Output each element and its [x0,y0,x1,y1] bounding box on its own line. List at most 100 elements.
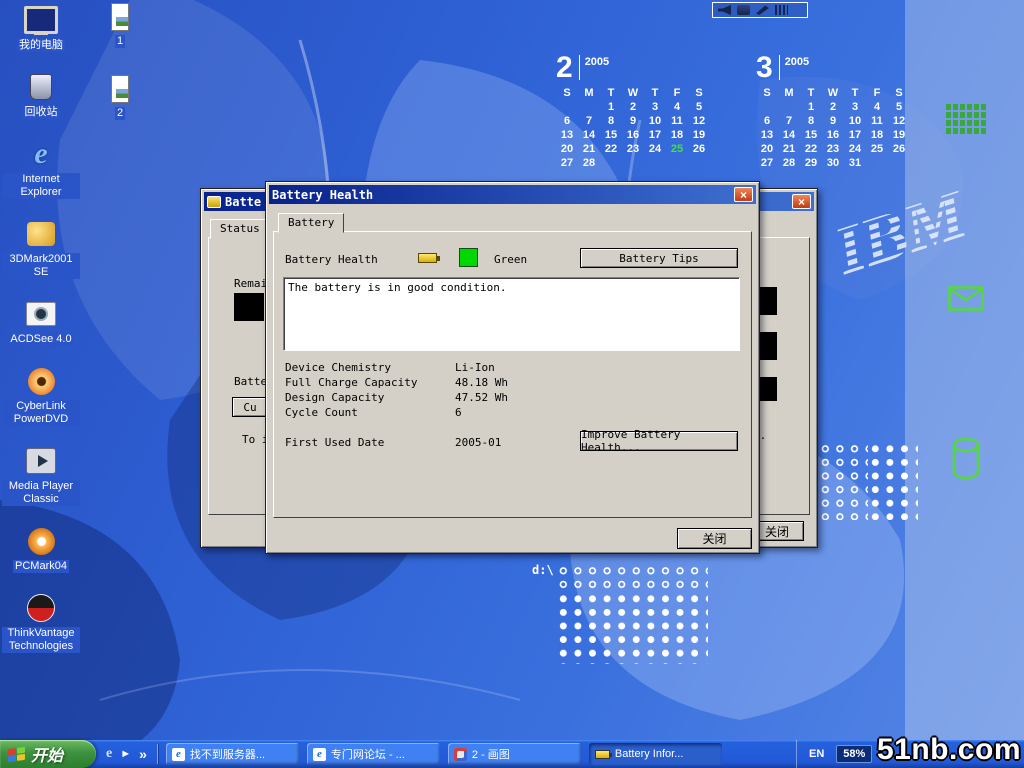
calendar-date: 12 [888,114,910,128]
desktop-icon-mpc[interactable]: Media Player Classic [2,445,80,506]
desktop-icon-recycle-bin[interactable]: 回收站 [2,71,80,119]
battery-tips-button[interactable]: Battery Tips [580,248,738,268]
calendar-date: 19 [888,128,910,142]
forum-watermark: 51nb.com [877,733,1021,767]
taskbar-button[interactable]: 找不到服务器... [166,743,299,765]
calendar-date: 14 [578,128,600,142]
current-button[interactable]: Cu [232,397,268,417]
remaining-label: Remai [234,277,267,290]
battery-indicator[interactable]: 58% [836,745,872,763]
calendar-date [622,156,644,170]
calendar-date: 4 [666,100,688,114]
calendar-date: 4 [866,100,888,114]
condition-textbox[interactable]: The battery is in good condition. [283,277,740,351]
calendar-date: 21 [578,142,600,156]
close-icon[interactable]: × [792,194,811,209]
calendar-date: 29 [800,156,822,170]
calendar-date: 3 [844,100,866,114]
calendar-day-header: T [644,86,666,100]
calendar-date: 1 [600,100,622,114]
calendar-month-number: 3 [756,54,773,82]
improve-battery-health-button[interactable]: Improve Battery Health... [580,431,738,451]
language-indicator[interactable]: EN [809,748,824,760]
mail-icon [948,286,984,317]
detail-field-row: Full Charge Capacity48.18 Wh [285,375,725,390]
mpc-icon [23,445,59,477]
battery-icon [595,750,610,759]
battery-health-titlebar[interactable]: Battery Health × [269,185,756,204]
desktop-icon-label: ThinkVantage Technologies [2,627,80,653]
calendar-date [866,156,888,170]
calendar-year: 2005 [585,56,609,68]
calendar-date: 5 [688,100,710,114]
quicklaunch-ie-icon[interactable]: e [106,747,112,761]
field-label: Full Charge Capacity [285,375,455,390]
calendar-day-header: M [578,86,600,100]
desktop-icon-label: ACDSee 4.0 [8,333,73,346]
calendar-date: 20 [756,142,778,156]
calendar-date: 31 [844,156,866,170]
calendar-date: 30 [822,156,844,170]
taskbar-button-label: 找不到服务器... [190,746,265,762]
close-icon[interactable]: × [734,187,753,202]
calendar-date: 22 [800,142,822,156]
desktop-icon-3dmark[interactable]: 3DMark2001 SE [2,218,80,279]
field-label: Cycle Count [285,405,455,420]
calendar-date: 23 [822,142,844,156]
desktop-icon-pcmark[interactable]: PCMark04 [2,525,80,573]
quicklaunch-overflow-icon[interactable]: » [139,747,147,761]
field-label: Design Capacity [285,390,455,405]
desktop-icon-label: Internet Explorer [2,173,80,199]
field-value: 6 [455,405,462,420]
calendar-day-header: T [600,86,622,100]
taskbar-button[interactable]: 2 - 画图 [448,743,581,765]
desktop-icon-my-computer[interactable]: 我的电脑 [2,4,80,52]
calendar-date: 21 [778,142,800,156]
taskbar-button[interactable]: Battery Infor... [589,743,722,765]
calendar-date: 28 [578,156,600,170]
calendar-date: 24 [844,142,866,156]
calendar-date: 19 [688,128,710,142]
taskbar-button-label: 专门网论坛 - ... [331,746,405,762]
calendar-date [578,100,600,114]
calendar-date: 15 [600,128,622,142]
desktop-icon-acdsee[interactable]: ACDSee 4.0 [2,298,80,346]
start-button[interactable]: 开始 [0,740,96,768]
desktop-icon-ie[interactable]: Internet Explorer [2,138,80,199]
calendar-date: 16 [622,128,644,142]
calendar-date: 2 [822,100,844,114]
tab-status[interactable]: Status [210,219,270,239]
calendar-date [666,156,688,170]
calendar-date: 13 [756,128,778,142]
calendar-date: 15 [800,128,822,142]
file-icon-2[interactable]: 2 [98,74,142,120]
file-icon-1[interactable]: 1 [98,2,142,48]
field-value: Li-Ion [455,360,495,375]
desktop-icon-label: 我的电脑 [17,39,65,52]
calendar-date: 27 [556,156,578,170]
file-icon-column: 12 [98,2,142,120]
tab-battery[interactable]: Battery [278,213,344,233]
keypad-icon [946,104,986,134]
powerdvd-icon [23,365,59,397]
recycle-bin-icon [23,71,59,103]
calendar-date: 8 [800,114,822,128]
acdsee-icon [23,298,59,330]
calendar-date: 3 [644,100,666,114]
calendar-date: 9 [822,114,844,128]
taskbar-button[interactable]: 专门网论坛 - ... [307,743,440,765]
condition-text: The battery is in good condition. [288,281,507,294]
desktop-icon-powerdvd[interactable]: CyberLink PowerDVD [2,365,80,426]
my-computer-icon [23,4,59,36]
calendar-date: 26 [888,142,910,156]
close-button[interactable]: 关闭 [677,528,752,549]
detail-field-row: Device ChemistryLi-Ion [285,360,725,375]
keyboard-icon [775,5,788,15]
ie-page-icon [313,748,326,761]
file-icon-label: 2 [115,107,125,120]
quicklaunch-media-player-icon[interactable]: ► [120,749,131,760]
desktop-icon-label: 回收站 [23,106,60,119]
calendar-month-number: 2 [556,54,573,82]
calendar-divider [779,55,780,80]
desktop-icon-thinkvantage[interactable]: ThinkVantage Technologies [2,592,80,653]
